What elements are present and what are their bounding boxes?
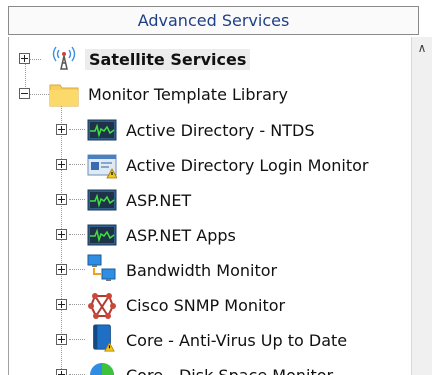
- expand-icon[interactable]: [19, 53, 30, 64]
- expand-icon[interactable]: [56, 229, 67, 240]
- satellite-antenna-icon: [52, 46, 76, 70]
- tree-node-label: Satellite Services: [85, 49, 251, 70]
- tree-node-label: Active Directory Login Monitor: [126, 156, 369, 175]
- tree-node-active-directory-login-monitor[interactable]: Active Directory Login Monitor: [9, 148, 411, 182]
- tree-connector: [69, 164, 85, 165]
- tree-node-label: Bandwidth Monitor: [126, 261, 278, 280]
- tree-node-asp-net-apps[interactable]: ASP.NET Apps: [9, 218, 411, 252]
- tree-node-label: ASP.NET Apps: [126, 226, 236, 245]
- antivirus-book-warning-icon: [93, 324, 115, 352]
- tree-node-core-anti-virus[interactable]: Core - Anti-Virus Up to Date: [9, 323, 411, 357]
- tree-connector: [69, 269, 85, 270]
- disk-pie-icon: [90, 363, 114, 375]
- scroll-up-button[interactable]: ∧: [412, 37, 432, 59]
- tree-connector: [69, 304, 85, 305]
- chevron-up-icon: ∧: [417, 41, 427, 55]
- expand-icon[interactable]: [56, 369, 67, 375]
- tree-node-label: Core - Anti-Virus Up to Date: [126, 331, 348, 350]
- tree-node-label: Core - Disk Space Monitor: [126, 366, 333, 375]
- network-computers-icon: [87, 254, 116, 281]
- expand-icon[interactable]: [56, 264, 67, 275]
- tree-connector: [69, 129, 85, 130]
- tree-node-label: Cisco SNMP Monitor: [126, 296, 286, 315]
- expand-icon[interactable]: [56, 299, 67, 310]
- snmp-network-icon: [88, 293, 116, 319]
- tree-connector: [69, 339, 85, 340]
- tree-node-core-disk-space-monitor[interactable]: Core - Disk Space Monitor: [9, 358, 411, 375]
- collapse-icon[interactable]: [19, 88, 30, 99]
- performance-monitor-icon: [87, 224, 117, 246]
- tree-node-monitor-template-library[interactable]: Monitor Template Library: [9, 77, 411, 111]
- login-monitor-warning-icon: [87, 154, 117, 179]
- tree-node-active-directory-ntds[interactable]: Active Directory - NTDS: [9, 113, 411, 147]
- tree-node-bandwidth-monitor[interactable]: Bandwidth Monitor: [9, 253, 411, 287]
- folder-icon: [49, 84, 79, 107]
- services-tree[interactable]: Satellite Services Monitor Template Libr…: [8, 37, 411, 375]
- tree-connector: [69, 234, 85, 235]
- tree-node-label: Active Directory - NTDS: [126, 121, 315, 140]
- expand-icon[interactable]: [56, 124, 67, 135]
- vertical-scrollbar[interactable]: ∧: [411, 37, 432, 375]
- panel-title: Advanced Services: [137, 11, 290, 30]
- tree-node-label: Monitor Template Library: [88, 85, 288, 104]
- tree-node-label: ASP.NET: [126, 191, 192, 210]
- expand-icon[interactable]: [56, 194, 67, 205]
- tree-node-satellite-services[interactable]: Satellite Services: [9, 42, 411, 76]
- performance-monitor-icon: [87, 189, 117, 211]
- expand-icon[interactable]: [56, 334, 67, 345]
- tree-node-cisco-snmp-monitor[interactable]: Cisco SNMP Monitor: [9, 288, 411, 322]
- panel-header: Advanced Services: [8, 6, 419, 35]
- performance-monitor-icon: [87, 119, 117, 141]
- tree-connector: [69, 199, 85, 200]
- tree-node-asp-net[interactable]: ASP.NET: [9, 183, 411, 217]
- expand-icon[interactable]: [56, 159, 67, 170]
